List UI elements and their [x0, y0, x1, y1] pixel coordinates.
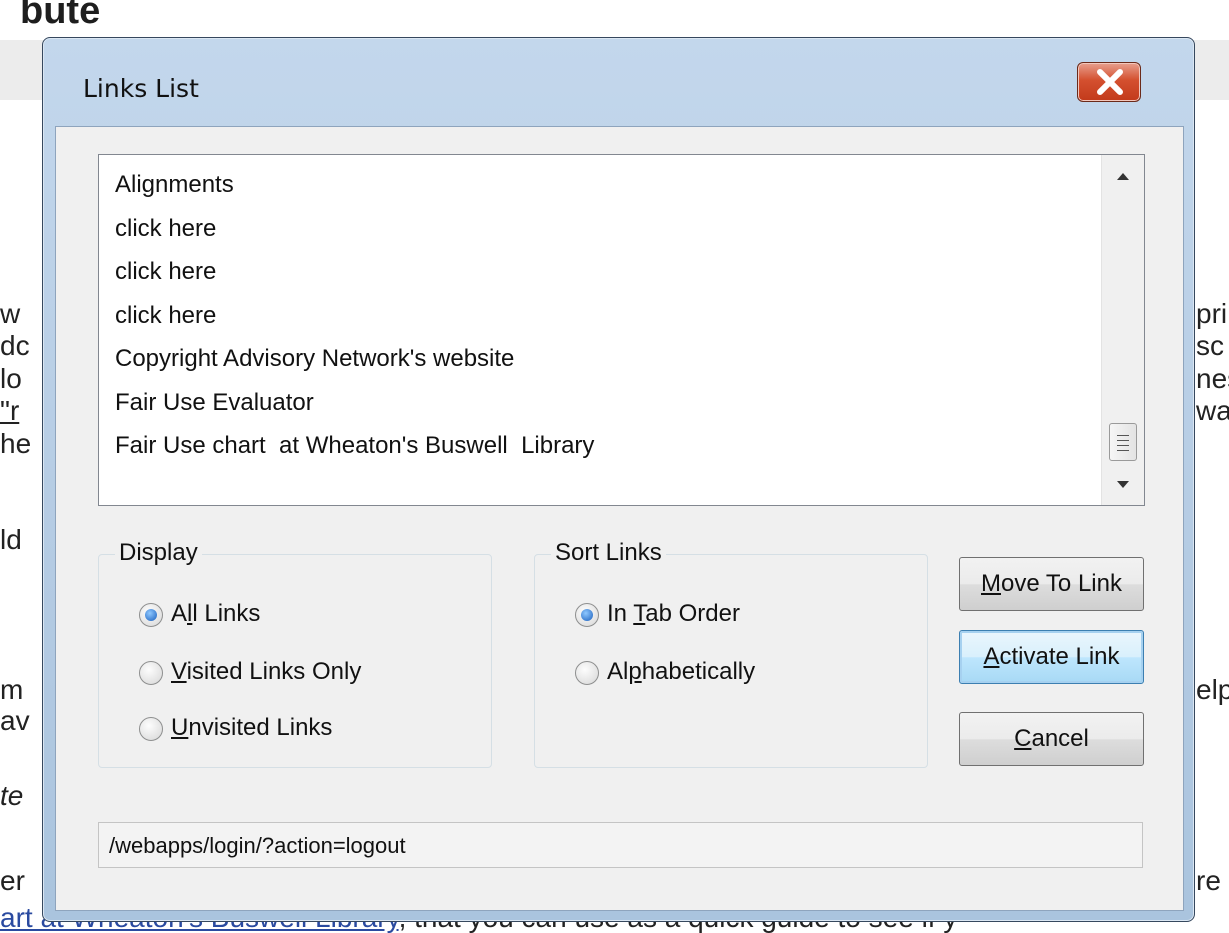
- list-item[interactable]: Alignments: [115, 163, 594, 207]
- background-fragment: w: [0, 298, 21, 329]
- background-fragment[interactable]: "r: [0, 395, 19, 427]
- radio-label: Unvisited Links: [171, 714, 333, 741]
- display-group-label: Display: [115, 539, 202, 567]
- sort-group-label: Sort Links: [551, 539, 666, 567]
- scroll-grip-icon: [1117, 445, 1129, 446]
- vertical-scrollbar[interactable]: [1101, 155, 1144, 505]
- background-heading: bute: [20, 0, 101, 32]
- list-item[interactable]: click here: [115, 294, 594, 338]
- scroll-grip-icon: [1117, 450, 1129, 451]
- background-fragment: he: [0, 428, 32, 459]
- close-button[interactable]: [1077, 62, 1141, 102]
- links-list-dialog: Links List Alignments click here click h…: [42, 37, 1195, 922]
- activate-link-button[interactable]: Activate Link: [959, 630, 1144, 684]
- radio-label: In Tab Order: [607, 600, 740, 627]
- background-fragment: ld: [0, 524, 22, 555]
- radio-button-icon[interactable]: [575, 603, 599, 627]
- background-fragment: sc: [1196, 330, 1224, 361]
- background-fragment: re: [1196, 865, 1221, 896]
- links-listbox[interactable]: Alignments click here click here click h…: [98, 154, 1145, 506]
- list-item[interactable]: click here: [115, 250, 594, 294]
- background-fragment: m: [0, 674, 24, 705]
- list-item[interactable]: Fair Use Evaluator: [115, 381, 594, 425]
- sort-links-groupbox: Sort Links In Tab Order Alphabetically: [534, 539, 928, 768]
- background-fragment: elp: [1196, 674, 1229, 705]
- list-item[interactable]: click here: [115, 207, 594, 251]
- background-fragment: lo: [0, 363, 22, 394]
- links-list: Alignments click here click here click h…: [115, 163, 594, 468]
- background-fragment: te: [0, 780, 24, 811]
- radio-label: All Links: [171, 600, 261, 627]
- dialog-title: Links List: [83, 74, 199, 103]
- background-fragment: wa: [1196, 395, 1229, 426]
- chevron-down-icon: [1117, 481, 1129, 488]
- background-fragment: dc: [0, 330, 30, 361]
- background-fragment: prir: [1196, 298, 1229, 329]
- move-to-link-button[interactable]: Move To Link: [959, 557, 1144, 611]
- radio-button-icon[interactable]: [139, 661, 163, 685]
- chevron-up-icon: [1117, 173, 1129, 180]
- link-url-status-field: /webapps/login/?action=logout: [98, 822, 1143, 868]
- scroll-down-button[interactable]: [1102, 463, 1144, 505]
- cancel-button[interactable]: Cancel: [959, 712, 1144, 766]
- background-fragment: er: [0, 865, 25, 896]
- radio-button-icon[interactable]: [139, 717, 163, 741]
- scroll-up-button[interactable]: [1102, 155, 1144, 197]
- dialog-client-area: Alignments click here click here click h…: [55, 126, 1184, 911]
- radio-label: Visited Links Only: [171, 658, 362, 685]
- list-item[interactable]: Fair Use chart at Wheaton's Buswell Libr…: [115, 424, 594, 468]
- radio-button-icon[interactable]: [575, 661, 599, 685]
- scroll-grip-icon: [1117, 435, 1129, 436]
- background-fragment: nes: [1196, 363, 1229, 394]
- close-icon: [1097, 69, 1123, 95]
- list-item[interactable]: Copyright Advisory Network's website: [115, 337, 594, 381]
- background-fragment: av: [0, 705, 30, 736]
- radio-button-icon[interactable]: [139, 603, 163, 627]
- radio-label: Alphabetically: [607, 658, 756, 685]
- scroll-grip-icon: [1117, 440, 1129, 441]
- scroll-thumb[interactable]: [1109, 423, 1137, 461]
- display-groupbox: Display All Links Visited Links Only Unv…: [98, 539, 492, 768]
